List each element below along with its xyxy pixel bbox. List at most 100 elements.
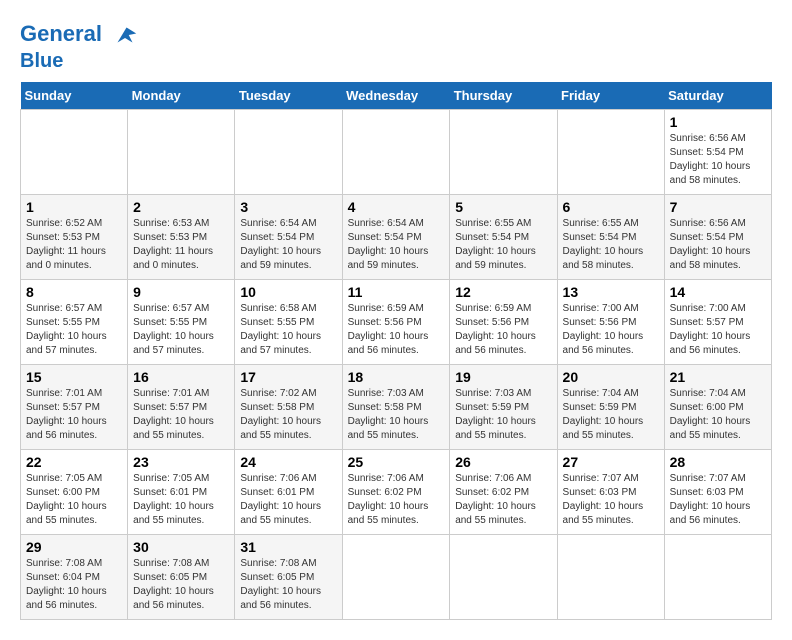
day-number: 10 bbox=[240, 284, 336, 300]
calendar-cell: 5 Sunrise: 6:55 AMSunset: 5:54 PMDaylight… bbox=[450, 195, 557, 280]
day-info: Sunrise: 7:03 AMSunset: 5:59 PMDaylight:… bbox=[455, 387, 551, 443]
calendar-cell: 10 Sunrise: 6:58 AMSunset: 5:55 PMDayligh… bbox=[235, 280, 342, 365]
day-number: 18 bbox=[348, 369, 445, 385]
day-number: 24 bbox=[240, 454, 336, 470]
calendar-cell: 26Sunrise: 7:06 AMSunset: 6:02 PMDayligh… bbox=[450, 450, 557, 535]
calendar-week-5: 29 Sunrise: 7:08 AMSunset: 6:04 PMDayligh… bbox=[21, 535, 772, 620]
day-info: Sunrise: 6:57 AMSunset: 5:55 PMDaylight:… bbox=[133, 302, 229, 358]
calendar-cell: 12Sunrise: 6:59 AMSunset: 5:56 PMDayligh… bbox=[450, 280, 557, 365]
col-header-saturday: Saturday bbox=[664, 82, 771, 110]
logo-blue: Blue bbox=[20, 50, 140, 72]
day-number: 27 bbox=[563, 454, 659, 470]
calendar-cell: 31 Sunrise: 7:08 AMSunset: 6:05 PMDayligh… bbox=[235, 535, 342, 620]
calendar-cell: 17Sunrise: 7:02 AMSunset: 5:58 PMDayligh… bbox=[235, 365, 342, 450]
day-info: Sunrise: 6:55 AMSunset: 5:54 PMDaylight:… bbox=[563, 217, 659, 273]
calendar-cell: 6 Sunrise: 6:55 AMSunset: 5:54 PMDaylight… bbox=[557, 195, 664, 280]
calendar-cell: 29 Sunrise: 7:08 AMSunset: 6:04 PMDayligh… bbox=[21, 535, 128, 620]
calendar-cell: 14 Sunrise: 7:00 AMSunset: 5:57 PMDayligh… bbox=[664, 280, 771, 365]
day-info: Sunrise: 7:05 AMSunset: 6:01 PMDaylight:… bbox=[133, 472, 229, 528]
day-number: 3 bbox=[240, 199, 336, 215]
logo: General Blue bbox=[20, 20, 140, 72]
calendar-cell bbox=[450, 535, 557, 620]
day-info: Sunrise: 7:04 AMSunset: 5:59 PMDaylight:… bbox=[563, 387, 659, 443]
calendar-cell bbox=[342, 535, 450, 620]
day-info: Sunrise: 7:00 AMSunset: 5:56 PMDaylight:… bbox=[563, 302, 659, 358]
day-number: 31 bbox=[240, 539, 336, 555]
day-number: 5 bbox=[455, 199, 551, 215]
calendar-cell: 11Sunrise: 6:59 AMSunset: 5:56 PMDayligh… bbox=[342, 280, 450, 365]
calendar-cell bbox=[235, 110, 342, 195]
calendar-cell: 19 Sunrise: 7:03 AMSunset: 5:59 PMDayligh… bbox=[450, 365, 557, 450]
calendar-cell: 1Sunrise: 6:52 AMSunset: 5:53 PMDaylight… bbox=[21, 195, 128, 280]
col-header-monday: Monday bbox=[128, 82, 235, 110]
day-info: Sunrise: 7:07 AMSunset: 6:03 PMDaylight:… bbox=[670, 472, 766, 528]
calendar-cell: 20 Sunrise: 7:04 AMSunset: 5:59 PMDayligh… bbox=[557, 365, 664, 450]
calendar-cell: 25Sunrise: 7:06 AMSunset: 6:02 PMDayligh… bbox=[342, 450, 450, 535]
day-number: 12 bbox=[455, 284, 551, 300]
day-number: 29 bbox=[26, 539, 122, 555]
col-header-sunday: Sunday bbox=[21, 82, 128, 110]
day-number: 14 bbox=[670, 284, 766, 300]
day-info: Sunrise: 7:01 AMSunset: 5:57 PMDaylight:… bbox=[26, 387, 122, 443]
day-info: Sunrise: 7:06 AMSunset: 6:01 PMDaylight:… bbox=[240, 472, 336, 528]
calendar-cell: 15 Sunrise: 7:01 AMSunset: 5:57 PMDayligh… bbox=[21, 365, 128, 450]
calendar-cell: 16 Sunrise: 7:01 AMSunset: 5:57 PMDayligh… bbox=[128, 365, 235, 450]
calendar-cell: 9 Sunrise: 6:57 AMSunset: 5:55 PMDaylight… bbox=[128, 280, 235, 365]
calendar-cell: 8 Sunrise: 6:57 AMSunset: 5:55 PMDaylight… bbox=[21, 280, 128, 365]
calendar-week-0: 1 Sunrise: 6:56 AMSunset: 5:54 PMDaylight… bbox=[21, 110, 772, 195]
day-number: 20 bbox=[563, 369, 659, 385]
calendar-cell: 23Sunrise: 7:05 AMSunset: 6:01 PMDayligh… bbox=[128, 450, 235, 535]
day-number: 1 bbox=[670, 114, 766, 130]
day-info: Sunrise: 6:54 AMSunset: 5:54 PMDaylight:… bbox=[240, 217, 336, 273]
day-number: 7 bbox=[670, 199, 766, 215]
calendar-cell bbox=[128, 110, 235, 195]
day-info: Sunrise: 6:55 AMSunset: 5:54 PMDaylight:… bbox=[455, 217, 551, 273]
calendar-cell: 4 Sunrise: 6:54 AMSunset: 5:54 PMDaylight… bbox=[342, 195, 450, 280]
day-info: Sunrise: 6:54 AMSunset: 5:54 PMDaylight:… bbox=[348, 217, 445, 273]
day-number: 4 bbox=[348, 199, 445, 215]
calendar-cell bbox=[342, 110, 450, 195]
calendar-cell bbox=[450, 110, 557, 195]
calendar-week-4: 22 Sunrise: 7:05 AMSunset: 6:00 PMDayligh… bbox=[21, 450, 772, 535]
day-number: 8 bbox=[26, 284, 122, 300]
calendar-cell: 1 Sunrise: 6:56 AMSunset: 5:54 PMDaylight… bbox=[664, 110, 771, 195]
calendar-cell: 30Sunrise: 7:08 AMSunset: 6:05 PMDayligh… bbox=[128, 535, 235, 620]
day-info: Sunrise: 6:58 AMSunset: 5:55 PMDaylight:… bbox=[240, 302, 336, 358]
day-number: 28 bbox=[670, 454, 766, 470]
calendar-cell bbox=[557, 110, 664, 195]
day-info: Sunrise: 7:01 AMSunset: 5:57 PMDaylight:… bbox=[133, 387, 229, 443]
calendar-cell bbox=[664, 535, 771, 620]
day-info: Sunrise: 6:57 AMSunset: 5:55 PMDaylight:… bbox=[26, 302, 122, 358]
col-header-tuesday: Tuesday bbox=[235, 82, 342, 110]
day-number: 2 bbox=[133, 199, 229, 215]
calendar-cell bbox=[21, 110, 128, 195]
day-number: 16 bbox=[133, 369, 229, 385]
day-info: Sunrise: 7:05 AMSunset: 6:00 PMDaylight:… bbox=[26, 472, 122, 528]
calendar-cell: 28 Sunrise: 7:07 AMSunset: 6:03 PMDayligh… bbox=[664, 450, 771, 535]
day-info: Sunrise: 7:08 AMSunset: 6:04 PMDaylight:… bbox=[26, 557, 122, 613]
calendar-cell: 27Sunrise: 7:07 AMSunset: 6:03 PMDayligh… bbox=[557, 450, 664, 535]
calendar-week-1: 1Sunrise: 6:52 AMSunset: 5:53 PMDaylight… bbox=[21, 195, 772, 280]
day-number: 26 bbox=[455, 454, 551, 470]
page-header: General Blue bbox=[20, 20, 772, 72]
day-info: Sunrise: 7:08 AMSunset: 6:05 PMDaylight:… bbox=[240, 557, 336, 613]
day-info: Sunrise: 7:02 AMSunset: 5:58 PMDaylight:… bbox=[240, 387, 336, 443]
day-number: 15 bbox=[26, 369, 122, 385]
day-number: 13 bbox=[563, 284, 659, 300]
calendar-cell: 13 Sunrise: 7:00 AMSunset: 5:56 PMDayligh… bbox=[557, 280, 664, 365]
day-info: Sunrise: 7:03 AMSunset: 5:58 PMDaylight:… bbox=[348, 387, 445, 443]
day-info: Sunrise: 6:53 AMSunset: 5:53 PMDaylight:… bbox=[133, 217, 229, 273]
calendar-cell bbox=[557, 535, 664, 620]
day-number: 30 bbox=[133, 539, 229, 555]
day-number: 22 bbox=[26, 454, 122, 470]
days-header-row: SundayMondayTuesdayWednesdayThursdayFrid… bbox=[21, 82, 772, 110]
day-number: 19 bbox=[455, 369, 551, 385]
calendar-cell: 22 Sunrise: 7:05 AMSunset: 6:00 PMDayligh… bbox=[21, 450, 128, 535]
logo-text: General bbox=[20, 20, 140, 50]
calendar-week-3: 15 Sunrise: 7:01 AMSunset: 5:57 PMDayligh… bbox=[21, 365, 772, 450]
day-info: Sunrise: 7:00 AMSunset: 5:57 PMDaylight:… bbox=[670, 302, 766, 358]
day-number: 9 bbox=[133, 284, 229, 300]
day-number: 6 bbox=[563, 199, 659, 215]
calendar-cell: 18 Sunrise: 7:03 AMSunset: 5:58 PMDayligh… bbox=[342, 365, 450, 450]
day-info: Sunrise: 6:56 AMSunset: 5:54 PMDaylight:… bbox=[670, 132, 766, 188]
